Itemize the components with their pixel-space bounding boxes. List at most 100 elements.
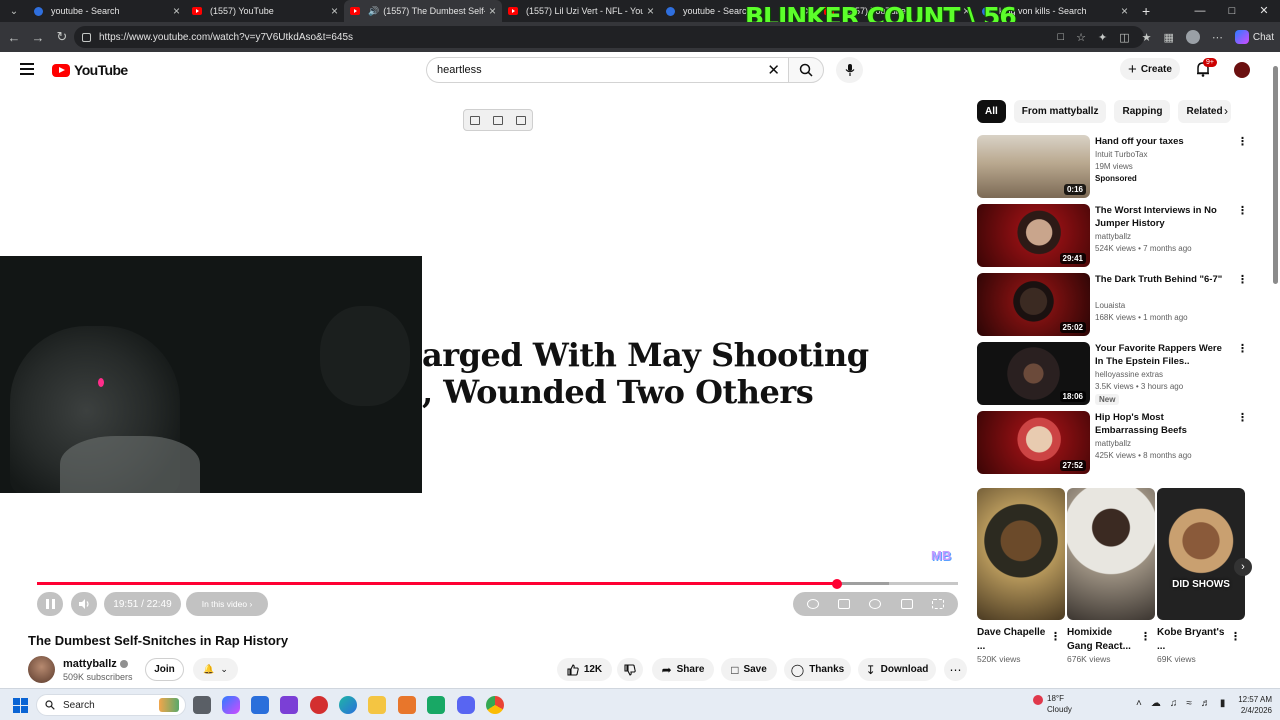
video-menu-icon[interactable]: ⋮ [1237,135,1248,148]
recommended-channel[interactable]: mattyballz [1095,438,1131,450]
reload-icon[interactable]: ↻ [50,29,74,45]
vlc-app-icon[interactable] [398,696,416,714]
create-button[interactable]: + Create [1120,58,1180,80]
short-title[interactable]: Dave Chapelle ... [977,626,1047,654]
video-menu-icon[interactable]: ⋮ [1237,273,1248,286]
recommended-video[interactable]: 27:52 Hip Hop's Most Embarrassing Beefs ma… [977,411,1248,474]
short-title[interactable]: Homixide Gang React... [1067,626,1137,654]
speaker-icon[interactable]: ♬ [1201,698,1211,709]
autoplay-toggle-icon[interactable] [806,599,819,609]
taskbar-search-label[interactable]: Search [63,700,95,711]
collections-icon[interactable]: ▦ [1163,31,1173,44]
join-button[interactable]: Join [145,658,184,681]
extensions-icon[interactable]: ✦ [1098,31,1107,44]
windows-start-icon[interactable] [13,698,28,713]
short-thumbnail[interactable] [1067,488,1155,620]
video-thumbnail[interactable]: 25:02 [977,273,1090,336]
close-tab-icon[interactable]: × [489,4,496,18]
recommended-channel[interactable]: mattyballz [1095,231,1131,243]
tab-title[interactable]: king von kills - Search [999,6,1117,16]
browser-tab[interactable]: (1557) Lil Uzi Vert - NFL - YouTube × [502,0,660,22]
search-query-text[interactable]: heartless [437,64,767,76]
short-menu-icon[interactable]: ⋮ [1230,630,1241,643]
store-app-icon[interactable] [251,696,269,714]
recommended-title[interactable]: The Worst Interviews in No Jumper Histor… [1095,204,1223,230]
tab-actions-chevron-icon[interactable]: ⌄ [0,0,28,22]
volume-button[interactable] [71,592,97,616]
taskbar-clock[interactable]: 12:57 AM 2/4/2026 [1230,694,1272,716]
record-app-icon[interactable] [310,696,328,714]
address-field[interactable]: https://www.youtube.com/watch?v=y7V6Utkd… [74,26,1144,48]
thanks-button[interactable]: ◯ Thanks [784,658,851,681]
account-avatar[interactable] [1234,62,1250,78]
short-menu-icon[interactable]: ⋮ [1050,630,1061,643]
tab-title[interactable]: (1557) YouTube [210,6,327,16]
recommended-title[interactable]: Your Favorite Rappers Were In The Epstei… [1095,342,1223,368]
onedrive-icon[interactable]: ☁ [1151,698,1161,709]
browser-tab[interactable]: 🔊 (1557) The Dumbest Self-Snitc × [344,0,502,22]
save-button[interactable]: □ Save [721,658,777,681]
short-thumbnail[interactable]: DID SHOWS [1157,488,1245,620]
close-tab-icon[interactable]: × [647,4,654,18]
notes-icon[interactable] [515,115,526,125]
filter-chip[interactable]: Rapping [1114,100,1171,123]
recommended-video[interactable]: 29:41 The Worst Interviews in No Jumper H… [977,204,1248,267]
youtube-logo[interactable]: YouTube [52,62,128,78]
menu-hamburger-icon[interactable] [20,63,34,75]
channel-name[interactable]: mattyballz [63,658,128,670]
search-input[interactable]: heartless ✕ [426,57,788,83]
more-actions-icon[interactable]: ⋯ [944,658,967,681]
close-window-icon[interactable]: ✕ [1248,0,1280,22]
recommended-channel[interactable]: Intuit TurboTax [1095,149,1147,161]
browser-tab[interactable]: (1557) YouTube × [186,0,344,22]
subscribed-bell-button[interactable]: 🔔 ⌄ [193,658,238,681]
like-button[interactable]: 12K [557,658,612,681]
clear-search-icon[interactable]: ✕ [767,61,780,79]
url-text[interactable]: https://www.youtube.com/watch?v=y7V6Utkd… [99,32,353,43]
microphone-tray-icon[interactable]: ♫ [1170,698,1178,709]
tab-title[interactable]: (1557) Lil Uzi Vert - NFL - YouTube [526,6,643,16]
video-thumbnail[interactable]: 18:06 [977,342,1090,405]
site-info-icon[interactable] [82,32,91,42]
progress-bar[interactable] [37,578,958,589]
settings-gear-icon[interactable] [869,599,882,609]
maximize-icon[interactable]: □ [1216,0,1248,22]
video-menu-icon[interactable]: ⋮ [1237,342,1248,355]
page-scrollbar[interactable] [1273,62,1278,682]
fullscreen-icon[interactable] [932,599,945,609]
capture-app-icon[interactable] [280,696,298,714]
short-info[interactable]: Dave Chapelle ... 520K views ⋮ [977,626,1065,664]
channel-name-text[interactable]: mattyballz [63,658,117,670]
in-this-video-button[interactable]: In this video › [186,592,268,616]
filter-chip[interactable]: From mattyballz [1013,100,1107,123]
close-tab-icon[interactable]: × [173,4,180,18]
video-thumbnail[interactable]: 27:52 [977,411,1090,474]
filter-chip[interactable]: All [977,100,1006,123]
recommended-video[interactable]: 0:16 Hand off your taxes Intuit TurboTax 19… [977,135,1248,198]
recommended-title[interactable]: Hip Hop's Most Embarrassing Beefs [1095,411,1223,437]
recommended-video[interactable]: 25:02 The Dark Truth Behind "6-7" Louaista… [977,273,1248,336]
expand-view-icon[interactable] [470,115,481,125]
filter-chip[interactable]: Related [1178,100,1231,123]
pause-button[interactable] [37,592,63,616]
scrollbar-thumb[interactable] [1273,66,1278,284]
chips-next-chevron-icon[interactable]: › [1224,104,1228,118]
picture-in-picture-icon[interactable] [492,115,503,125]
video-thumbnail[interactable]: 0:16 [977,135,1090,198]
short-menu-icon[interactable]: ⋮ [1140,630,1151,643]
close-tab-icon[interactable]: × [331,4,338,18]
video-thumbnail[interactable]: 29:41 [977,204,1090,267]
profile-avatar-icon[interactable] [1185,30,1200,44]
recommended-title[interactable]: The Dark Truth Behind "6-7" [1095,273,1223,286]
edge-browser-icon[interactable] [339,696,357,714]
short-info[interactable]: Homixide Gang React... 676K views ⋮ [1067,626,1155,664]
captions-icon[interactable] [838,599,851,609]
forward-arrow-icon[interactable]: → [26,30,50,45]
new-tab-plus-icon[interactable]: + [1142,3,1150,19]
short-title[interactable]: Kobe Bryant's ... [1157,626,1227,654]
short-info[interactable]: Kobe Bryant's ... 69K views ⋮ [1157,626,1245,664]
recommended-channel[interactable]: helloyassine extras [1095,369,1163,381]
voice-search-button[interactable] [836,57,863,83]
tab-audio-playing-icon[interactable]: 🔊 [368,6,379,17]
miniplayer-icon[interactable] [900,599,913,609]
